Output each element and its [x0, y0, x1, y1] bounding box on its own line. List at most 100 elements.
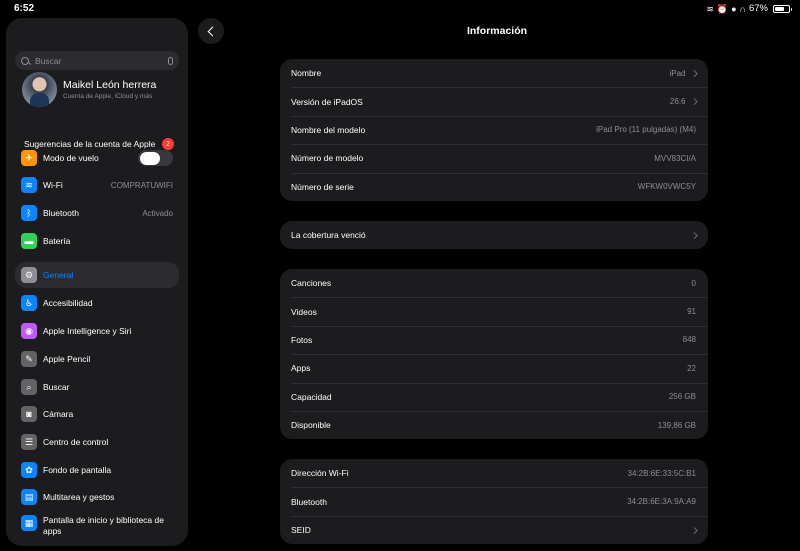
info-row-label: Dirección Wi-Fi — [291, 468, 349, 479]
status-time: 6:52 — [14, 3, 35, 14]
settings-group: Dirección Wi-Fi 34:2B:6E:33:5C:B1 Bluetoot… — [280, 459, 708, 545]
search-icon — [21, 56, 29, 65]
settings-sidebar: Buscar Maikel León herrera Cuenta de App… — [6, 18, 188, 546]
sidebar-item[interactable]: ▦ Pantalla de inicio y biblioteca de apps — [15, 513, 179, 543]
info-row-label: Número de modelo — [291, 153, 364, 164]
info-row-label: Apps — [291, 363, 311, 374]
chevron-right-icon — [690, 526, 697, 534]
sidebar-item-label: Buscar — [43, 382, 70, 392]
sidebar-item[interactable]: ✎ Apple Pencil — [15, 346, 179, 372]
sidebar-item[interactable]: ▬ Batería — [15, 228, 179, 254]
profile-row[interactable]: Maikel León herrera Cuenta de Apple, iCl… — [22, 72, 156, 107]
info-row: Canciones 0 — [280, 269, 708, 297]
sidebar-item[interactable]: ≋ Wi-Fi COMPRATUWIFI — [15, 172, 179, 198]
profile-subtitle: Cuenta de Apple, iCloud y más — [63, 93, 153, 100]
info-row-value: MVV83CI/A — [654, 153, 696, 163]
wallpaper-icon: ✿ — [21, 462, 37, 478]
airplane-mode-toggle[interactable] — [138, 150, 173, 166]
info-row[interactable]: La cobertura venció — [280, 221, 708, 249]
battery-icon: ▬ — [21, 233, 37, 249]
profile-name: Maikel León herrera — [63, 79, 157, 91]
sidebar-item-label: Bluetooth — [43, 208, 79, 218]
search-icon: ⌕ — [21, 379, 37, 395]
settings-group: Canciones 0 Videos 91 Fotos 848 Apps 22 Capacida… — [280, 269, 708, 440]
sidebar-item-label: Modo de vuelo — [43, 153, 99, 163]
sidebar-item[interactable]: ᛒ Bluetooth Activado — [15, 200, 179, 226]
info-row-value: 26.6 — [669, 97, 686, 107]
person-icon: ● — [731, 3, 737, 14]
info-row-value: 34:2B:6E:3A:9A:A9 — [627, 497, 696, 507]
info-row[interactable]: Versión de iPadOS 26.6 — [280, 87, 708, 115]
info-row-label: Fotos — [291, 334, 313, 345]
sidebar-item-label: Wi-Fi — [43, 180, 63, 190]
info-row: Número de modelo MVV83CI/A — [280, 144, 708, 172]
pencil-icon: ✎ — [21, 351, 37, 367]
sidebar-item[interactable]: ◉ Apple Intelligence y Siri — [15, 318, 179, 344]
avatar — [22, 72, 57, 107]
settings-group: Nombre iPad Versión de iPadOS 26.6 Nombre de… — [280, 59, 708, 201]
status-icons: ≋ ⏰ ● ∩ 67% — [706, 3, 792, 14]
info-row-label: Capacidad — [291, 391, 332, 402]
wifi-icon: ≋ — [21, 177, 37, 193]
siri-icon: ◉ — [21, 323, 37, 339]
sidebar-item[interactable]: ✿ Fondo de pantalla — [15, 457, 179, 483]
sidebar-item[interactable]: ♿ Accesibilidad — [15, 290, 179, 316]
info-row-value: 0 — [691, 278, 696, 288]
sidebar-item[interactable]: ▤ Multitarea y gestos — [15, 484, 179, 510]
settings-group: La cobertura venció — [280, 221, 708, 250]
info-row: Fotos 848 — [280, 325, 708, 354]
accessibility-icon: ♿ — [21, 295, 37, 311]
info-row: Número de serie WFKW0VWC5Y — [280, 172, 708, 201]
sidebar-item[interactable]: ⌕ Buscar — [15, 374, 179, 400]
info-row-value: 22 — [687, 363, 696, 373]
info-row-value: WFKW0VWC5Y — [637, 182, 696, 192]
sidebar-item[interactable]: ⚙ General — [15, 262, 179, 288]
info-row-label: Videos — [291, 306, 317, 317]
info-row: Bluetooth 34:2B:6E:3A:9A:A9 — [280, 487, 708, 515]
info-row-label: Disponible — [291, 420, 331, 431]
page-title: Información — [466, 25, 528, 37]
info-row-label: Número de serie — [291, 181, 354, 192]
multitasking-icon: ▤ — [21, 489, 37, 505]
camera-icon: ◙ — [21, 406, 37, 422]
info-row-label: Versión de iPadOS — [291, 96, 363, 107]
alarm-icon: ⏰ — [716, 3, 729, 14]
info-row-value: 848 — [682, 335, 696, 345]
info-row-value: 34:2B:6E:33:5C:B1 — [627, 468, 697, 478]
info-row-label: Canciones — [291, 278, 332, 289]
sidebar-item[interactable]: ☰ Centro de control — [15, 429, 179, 455]
info-row-label: SEID — [291, 524, 311, 535]
battery-percent: 67% — [748, 3, 768, 14]
search-field[interactable]: Buscar — [15, 51, 179, 70]
sidebar-item[interactable]: ✈ Modo de vuelo — [15, 145, 179, 171]
info-row-value: 91 — [687, 307, 696, 317]
sidebar-item-label: Cámara — [43, 409, 74, 419]
info-row-label: La cobertura venció — [291, 230, 366, 241]
airplane-icon: ✈ — [21, 150, 37, 166]
info-row: Dirección Wi-Fi 34:2B:6E:33:5C:B1 — [280, 459, 708, 487]
sidebar-item-label: Multitarea y gestos — [43, 492, 115, 502]
info-row: Apps 22 — [280, 354, 708, 382]
info-row-value: 256 GB — [668, 392, 696, 402]
battery-status-icon — [773, 4, 792, 13]
back-button[interactable] — [198, 18, 224, 44]
sidebar-item-label: Fondo de pantalla — [43, 465, 112, 475]
sidebar-item[interactable]: ◙ Cámara — [15, 401, 179, 427]
info-row-label: Nombre del modelo — [291, 124, 366, 135]
sidebar-item-label: General — [43, 270, 74, 280]
sidebar-item-label: Pantalla de inicio y biblioteca de apps — [43, 515, 164, 536]
sidebar-item-value: COMPRATUWIFI — [110, 180, 173, 190]
wifi-status-icon: ≋ — [706, 3, 714, 14]
chevron-right-icon — [690, 98, 697, 105]
sidebar-item-label: Accesibilidad — [43, 298, 93, 308]
bluetooth-icon: ᛒ — [21, 205, 37, 221]
sidebar-item-value: Activado — [142, 208, 173, 218]
info-row[interactable]: Nombre iPad — [280, 59, 708, 87]
info-row[interactable]: SEID — [280, 515, 708, 544]
search-placeholder: Buscar — [35, 55, 62, 66]
home-screen-icon: ▦ — [21, 515, 37, 531]
gear-icon: ⚙ — [21, 267, 37, 283]
info-row-label: Nombre — [291, 68, 322, 79]
microphone-icon[interactable] — [168, 56, 173, 65]
chevron-left-icon — [207, 26, 218, 36]
